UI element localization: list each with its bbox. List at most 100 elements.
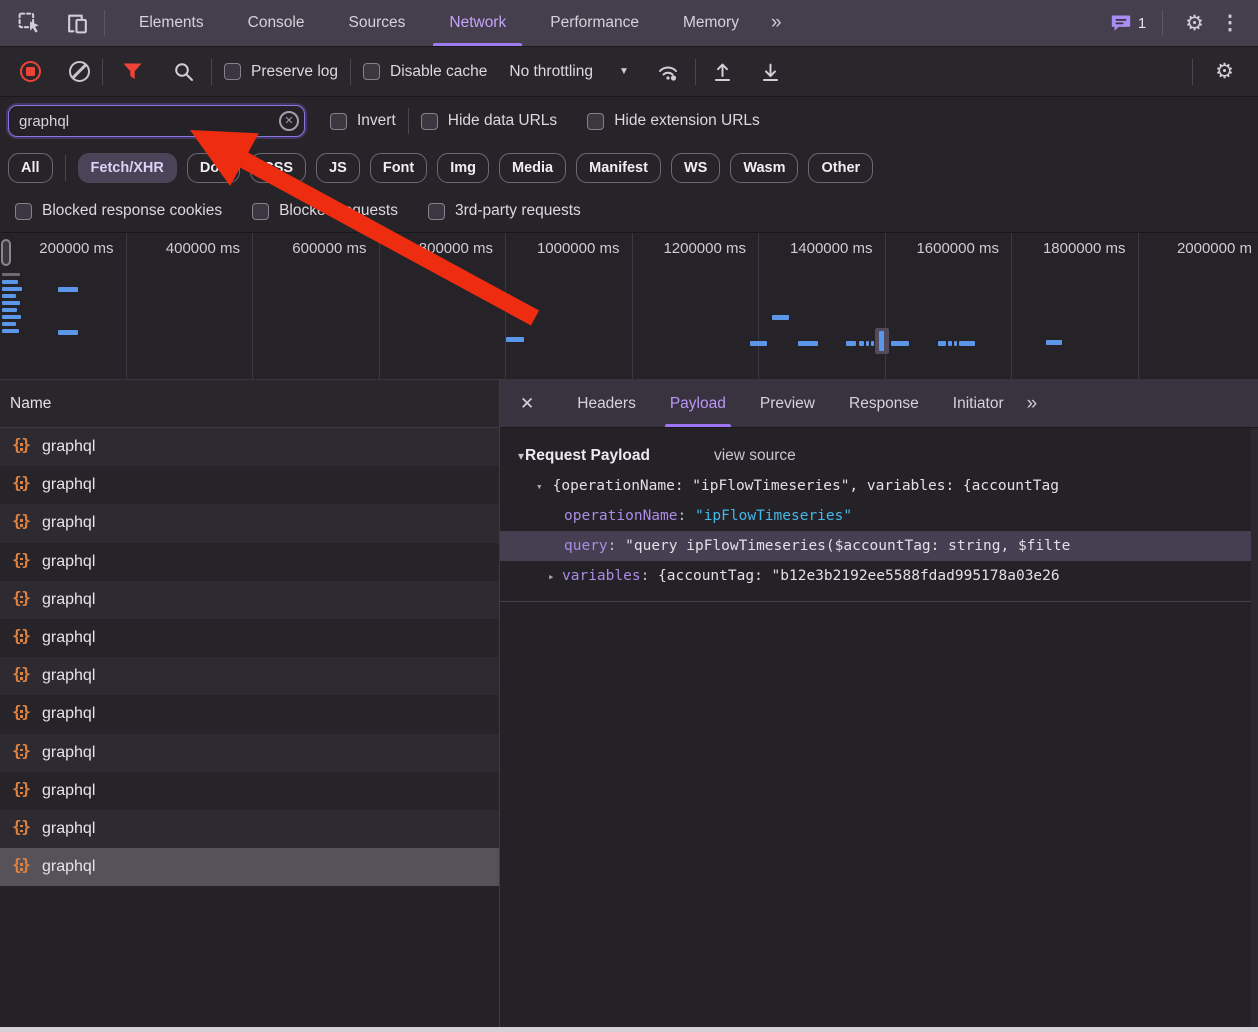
tab-network[interactable]: Network xyxy=(427,0,528,46)
payload-entry-query[interactable]: query: "query ipFlowTimeseries($accountT… xyxy=(500,531,1258,561)
request-row[interactable]: graphql xyxy=(0,428,499,466)
request-name: graphql xyxy=(42,591,95,609)
checkbox xyxy=(15,203,32,220)
import-har-icon[interactable] xyxy=(708,57,738,87)
filter-chip-img[interactable]: Img xyxy=(437,153,489,183)
tab-console[interactable]: Console xyxy=(226,0,327,46)
request-row[interactable]: graphql xyxy=(0,657,499,695)
payload-colon: : xyxy=(678,508,695,524)
tab-sources[interactable]: Sources xyxy=(327,0,428,46)
record-network-log-button[interactable] xyxy=(20,61,41,82)
filter-chip-manifest[interactable]: Manifest xyxy=(576,153,661,183)
request-name: graphql xyxy=(42,667,95,685)
blocked-requests-checkbox[interactable]: Blocked requests xyxy=(252,202,398,220)
request-type-chips: All Fetch/XHR Doc CSS JS Font Img Media Manifest… xyxy=(0,145,1258,190)
filter-chip-fetch-xhr[interactable]: Fetch/XHR xyxy=(78,153,177,183)
requests-panel: Name graphqlgraphqlgraphqlgraphqlgraphql… xyxy=(0,380,500,1027)
export-har-icon[interactable] xyxy=(756,57,786,87)
view-source-link[interactable]: view source xyxy=(714,447,796,465)
request-name: graphql xyxy=(42,438,95,456)
more-details-tabs-icon[interactable]: » xyxy=(1027,393,1037,415)
request-row[interactable]: graphql xyxy=(0,810,499,848)
chevron-down-icon: ▼ xyxy=(619,66,629,77)
filter-chip-other[interactable]: Other xyxy=(808,153,873,183)
collapsed-triangle-icon[interactable]: ▸ xyxy=(548,570,562,583)
payload-preview-line[interactable]: ▾ {operationName: "ipFlowTimeseries", va… xyxy=(500,471,1258,501)
payload-section: ▾ Request Payload view source ▾ {operati… xyxy=(500,428,1258,602)
json-icon xyxy=(12,744,31,762)
expanded-triangle-icon[interactable]: ▾ xyxy=(536,480,543,493)
search-icon[interactable] xyxy=(169,57,199,87)
throttling-dropdown[interactable]: No throttling ▼ xyxy=(509,63,628,81)
details-tab-initiator[interactable]: Initiator xyxy=(936,380,1021,427)
blocked-response-cookies-checkbox[interactable]: Blocked response cookies xyxy=(15,202,222,220)
request-timing-bar xyxy=(2,301,20,305)
payload-value: "query ipFlowTimeseries($accountTag: str… xyxy=(625,538,1070,554)
filter-chip-ws[interactable]: WS xyxy=(671,153,720,183)
request-row[interactable]: graphql xyxy=(0,543,499,581)
filter-chip-all[interactable]: All xyxy=(8,153,53,183)
kebab-menu-icon[interactable]: ⋮ xyxy=(1214,13,1246,33)
checkbox-label: Blocked response cookies xyxy=(42,202,222,220)
request-name: graphql xyxy=(42,553,95,571)
request-name: graphql xyxy=(42,744,95,762)
request-timing-bar xyxy=(871,341,874,346)
payload-value: {accountTag: "b12e3b2192ee5588fdad995178… xyxy=(658,568,1060,584)
invert-checkbox[interactable]: Invert xyxy=(330,112,396,130)
hide-extension-urls-checkbox[interactable]: Hide extension URLs xyxy=(587,112,760,130)
request-row[interactable]: graphql xyxy=(0,734,499,772)
window-bottom-edge xyxy=(0,1027,1258,1032)
request-timing-bar xyxy=(2,308,17,312)
details-tab-payload[interactable]: Payload xyxy=(653,380,743,427)
details-tab-response[interactable]: Response xyxy=(832,380,936,427)
timeline-scroll-handle[interactable] xyxy=(1,239,11,266)
collapse-triangle-icon[interactable]: ▾ xyxy=(518,449,524,463)
details-scrollbar[interactable] xyxy=(1251,428,1258,1027)
hide-data-urls-checkbox[interactable]: Hide data URLs xyxy=(421,112,557,130)
filter-input[interactable] xyxy=(9,113,304,130)
details-tab-preview[interactable]: Preview xyxy=(743,380,832,427)
request-row[interactable]: graphql xyxy=(0,848,499,886)
request-timing-bar xyxy=(58,330,78,335)
request-row[interactable]: graphql xyxy=(0,619,499,657)
filter-chip-font[interactable]: Font xyxy=(370,153,427,183)
network-overview-timeline[interactable]: 200000 ms400000 ms600000 ms800000 ms1000… xyxy=(0,232,1258,380)
tab-memory[interactable]: Memory xyxy=(661,0,761,46)
clear-network-log-button[interactable] xyxy=(69,61,90,82)
filter-chip-css[interactable]: CSS xyxy=(250,153,306,183)
network-conditions-icon[interactable] xyxy=(653,57,683,87)
inspect-element-icon[interactable] xyxy=(14,8,44,38)
settings-gear-icon[interactable]: ⚙ xyxy=(1175,13,1214,34)
filter-chip-media[interactable]: Media xyxy=(499,153,566,183)
request-row[interactable]: graphql xyxy=(0,504,499,542)
details-tab-headers[interactable]: Headers xyxy=(560,380,653,427)
filter-toggle-icon[interactable] xyxy=(117,57,147,87)
disable-cache-checkbox[interactable]: Disable cache xyxy=(363,63,487,81)
network-settings-gear-icon[interactable]: ⚙ xyxy=(1205,61,1244,82)
request-row[interactable]: graphql xyxy=(0,466,499,504)
request-row[interactable]: graphql xyxy=(0,695,499,733)
device-toolbar-icon[interactable] xyxy=(62,8,92,38)
tab-elements[interactable]: Elements xyxy=(117,0,226,46)
request-row[interactable]: graphql xyxy=(0,581,499,619)
preserve-log-checkbox[interactable]: Preserve log xyxy=(224,63,338,81)
blocked-options-row: Blocked response cookies Blocked requests… xyxy=(0,190,1258,232)
close-details-icon[interactable]: ✕ xyxy=(520,394,534,414)
request-details-panel: ✕ HeadersPayloadPreviewResponseInitiator… xyxy=(500,380,1258,1027)
filter-chip-js[interactable]: JS xyxy=(316,153,360,183)
name-column-header[interactable]: Name xyxy=(0,380,499,428)
tab-performance[interactable]: Performance xyxy=(528,0,661,46)
request-row[interactable]: graphql xyxy=(0,772,499,810)
3rd-party-requests-checkbox[interactable]: 3rd-party requests xyxy=(428,202,581,220)
payload-entry-variables[interactable]: ▸variables: {accountTag: "b12e3b2192ee55… xyxy=(500,561,1258,591)
filter-chip-wasm[interactable]: Wasm xyxy=(730,153,798,183)
clear-filter-icon[interactable]: ✕ xyxy=(279,111,299,131)
console-messages-button[interactable]: 1 xyxy=(1111,14,1146,33)
details-tabs: HeadersPayloadPreviewResponseInitiator xyxy=(560,380,1020,427)
filter-chip-doc[interactable]: Doc xyxy=(187,153,240,183)
filter-input-box: ✕ xyxy=(8,105,305,137)
more-tabs-icon[interactable]: » xyxy=(761,12,791,34)
payload-entry-operationName[interactable]: operationName: "ipFlowTimeseries" xyxy=(500,501,1258,531)
checkbox xyxy=(428,203,445,220)
request-timing-bar xyxy=(948,341,952,346)
